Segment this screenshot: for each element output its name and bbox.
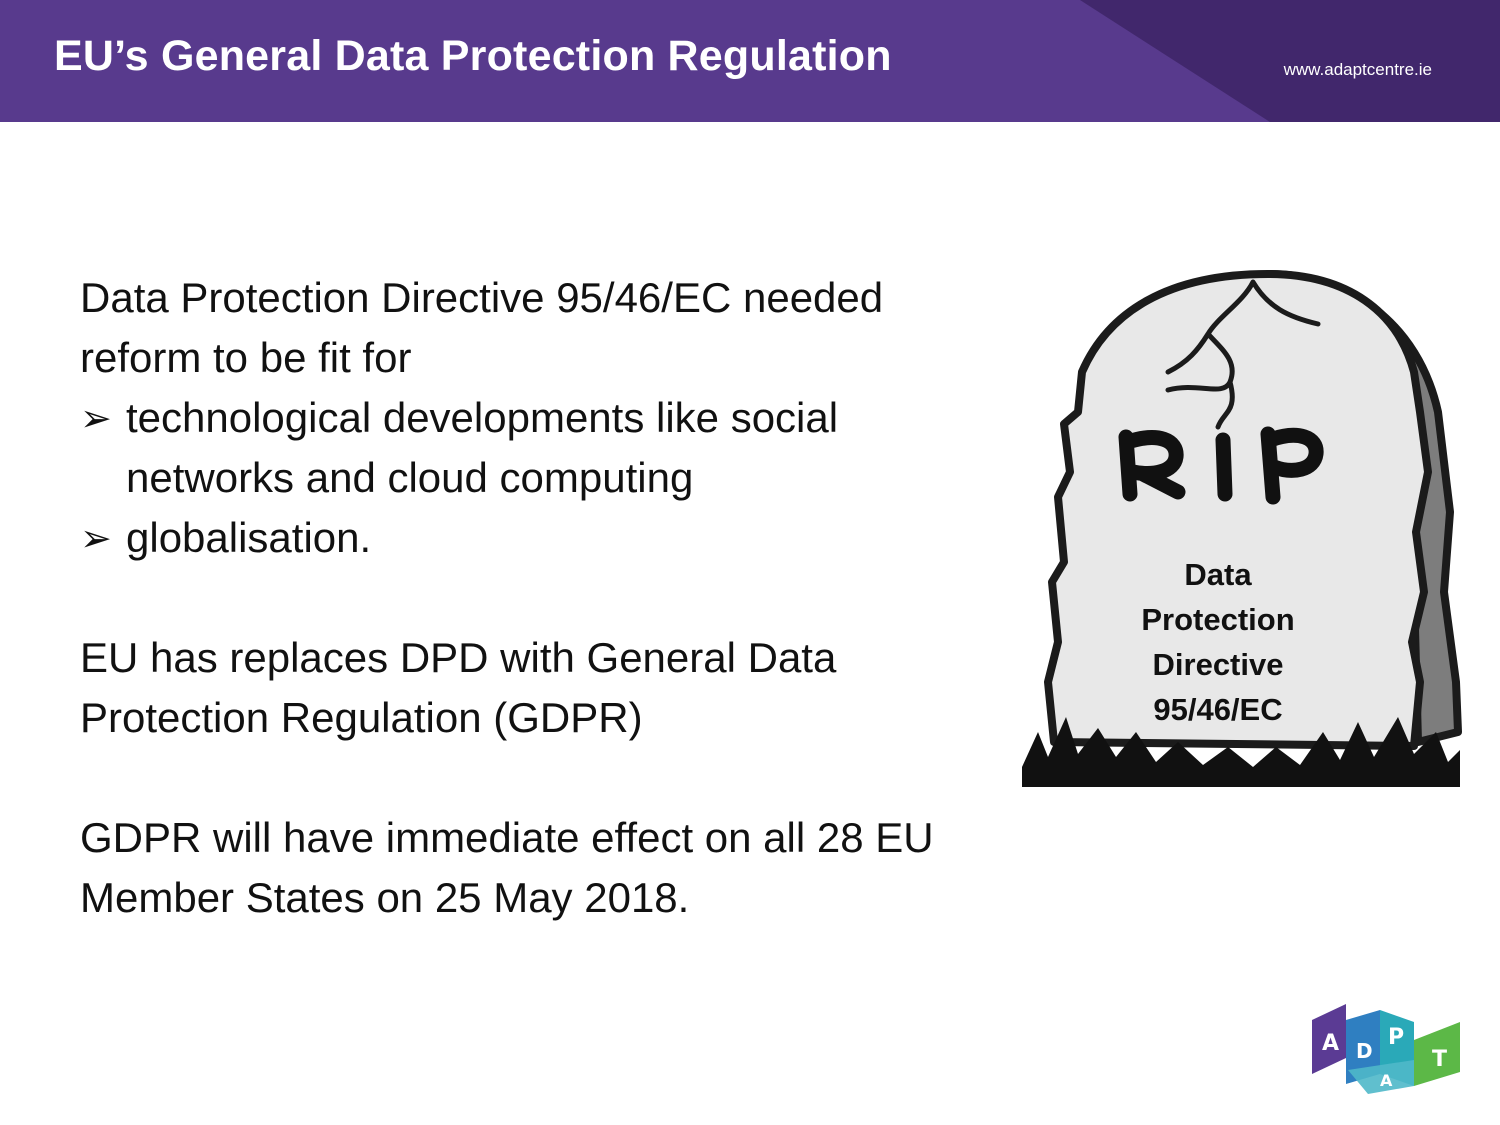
- logo-letter: P: [1388, 1025, 1404, 1050]
- page-title: EU’s General Data Protection Regulation: [54, 32, 892, 80]
- site-url: www.adaptcentre.ie: [1283, 60, 1432, 79]
- bullet-list: ➢ technological developments like social…: [80, 388, 980, 568]
- replacement-paragraph: EU has replaces DPD with General Data Pr…: [80, 634, 837, 741]
- main-content: Data Protection Directive 95/46/EC neede…: [80, 268, 980, 928]
- inscription-line: 95/46/EC: [1153, 692, 1283, 727]
- bullet-arrow-icon: ➢: [80, 396, 112, 440]
- list-item: ➢ globalisation.: [80, 508, 980, 568]
- bullet-text: globalisation.: [126, 514, 372, 561]
- effect-paragraph: GDPR will have immediate effect on all 2…: [80, 814, 934, 921]
- logo-letter: T: [1432, 1047, 1447, 1072]
- intro-paragraph: Data Protection Directive 95/46/EC neede…: [80, 274, 884, 381]
- inscription-line: Data: [1184, 557, 1252, 592]
- inscription-line: Directive: [1152, 647, 1284, 682]
- adapt-logo: A D P A T: [1312, 1004, 1460, 1094]
- header-bar: EU’s General Data Protection Regulation …: [0, 0, 1500, 122]
- logo-letter: D: [1356, 1039, 1373, 1063]
- bullet-text: technological developments like social n…: [126, 394, 839, 501]
- tombstone-inscription: Data Protection Directive 95/46/EC: [1118, 552, 1318, 732]
- inscription-line: Protection: [1141, 602, 1295, 637]
- list-item: ➢ technological developments like social…: [80, 388, 980, 508]
- logo-letter: A: [1322, 1031, 1339, 1056]
- bullet-arrow-icon: ➢: [80, 516, 112, 560]
- logo-letter: A: [1380, 1071, 1393, 1090]
